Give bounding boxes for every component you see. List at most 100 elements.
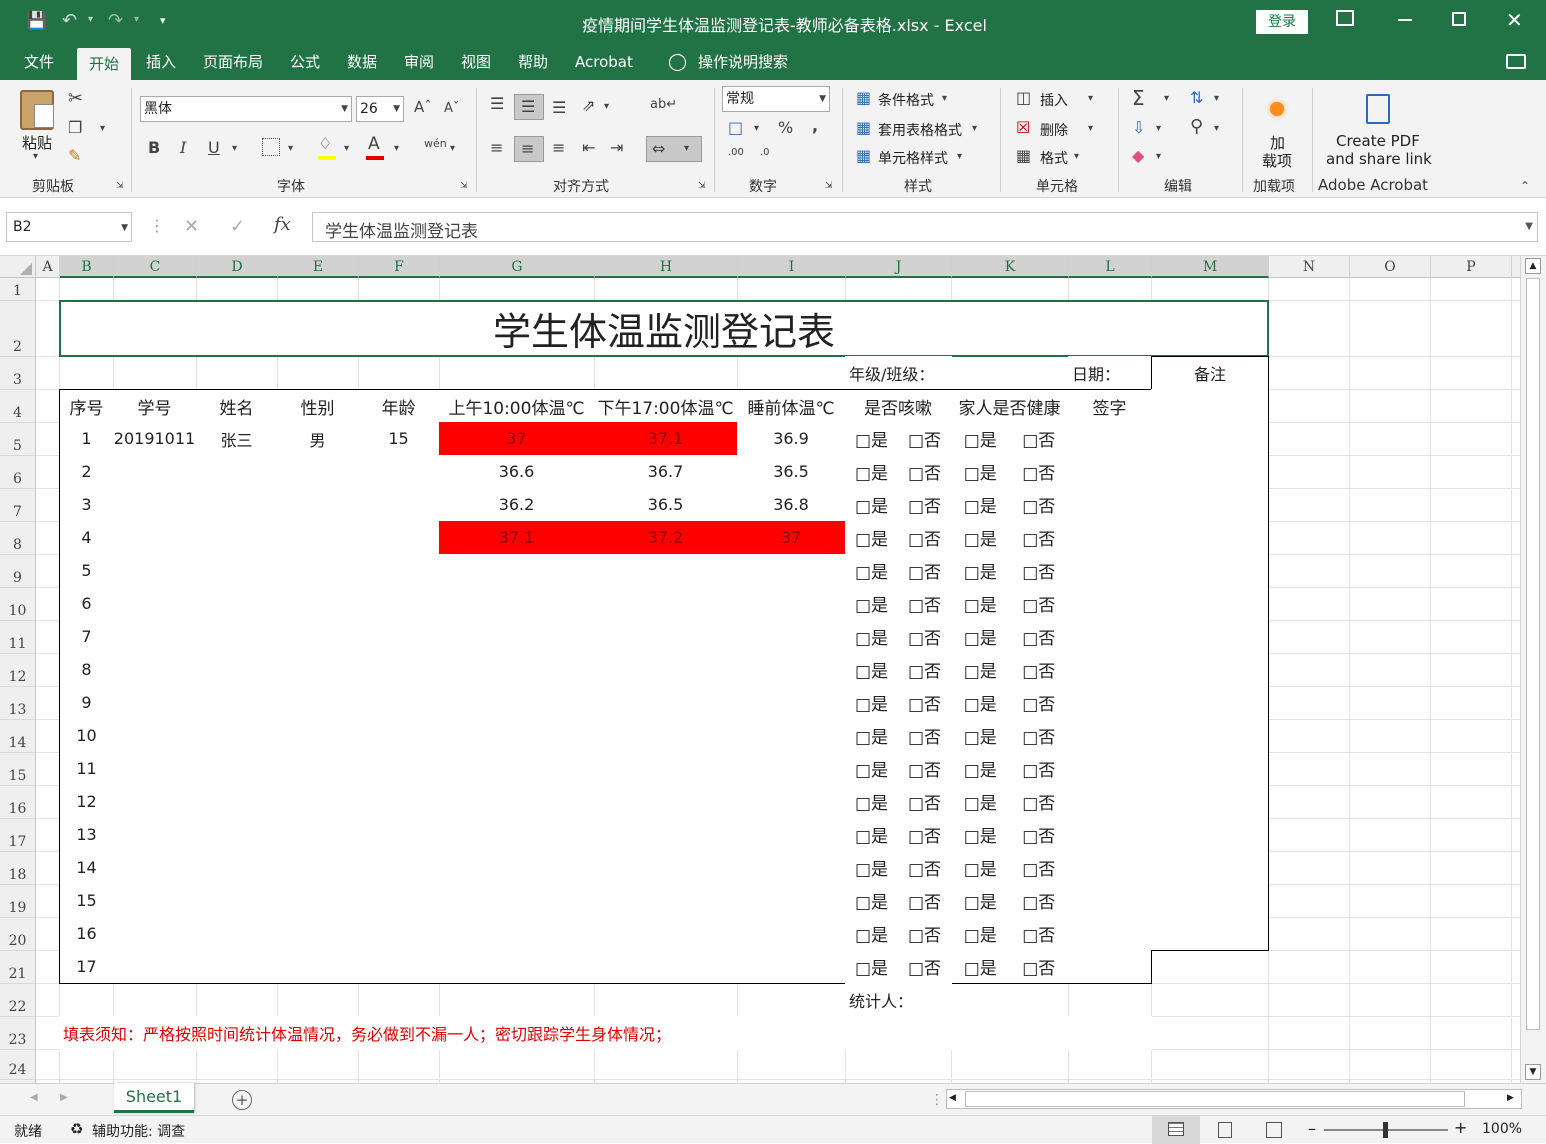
prev-sheet-icon[interactable]: ◀ — [30, 1092, 38, 1103]
autosum-dropdown-icon[interactable]: ▾ — [1164, 94, 1169, 104]
serial-cell[interactable]: 15 — [59, 884, 114, 918]
student-id-cell[interactable] — [113, 554, 197, 588]
checkbox-no[interactable]: □否 — [1022, 690, 1055, 715]
pm-temp-cell[interactable] — [594, 785, 738, 819]
night-temp-cell[interactable] — [737, 752, 846, 786]
gender-cell[interactable] — [277, 785, 359, 819]
remark-cell[interactable] — [1151, 653, 1269, 687]
student-id-cell[interactable] — [113, 653, 197, 687]
cell-styles-dropdown-icon[interactable]: ▾ — [957, 152, 962, 162]
family-health-check-cell[interactable]: □是 □否 — [951, 422, 1069, 456]
am-temp-cell[interactable] — [439, 884, 595, 918]
gender-cell[interactable] — [277, 884, 359, 918]
column-header-J[interactable]: J — [846, 256, 952, 278]
statistician-label[interactable]: 统计人： — [845, 983, 952, 1017]
name-cell[interactable] — [196, 653, 278, 687]
zoom-out-icon[interactable]: – — [1308, 1119, 1316, 1138]
horizontal-scrollbar[interactable]: ◀ ▶ — [946, 1089, 1522, 1109]
pm-temp-cell[interactable] — [594, 851, 738, 885]
checkbox-yes[interactable]: □是 — [855, 756, 888, 781]
pm-temp-cell[interactable] — [594, 554, 738, 588]
cancel-entry-icon[interactable]: ✕ — [184, 218, 199, 236]
paste-button[interactable]: 粘贴 — [22, 132, 52, 153]
gender-cell[interactable] — [277, 851, 359, 885]
checkbox-no[interactable]: □否 — [1022, 459, 1055, 484]
am-temp-cell[interactable] — [439, 719, 595, 753]
student-id-cell[interactable] — [113, 884, 197, 918]
age-cell[interactable] — [358, 719, 440, 753]
sheet-title-cell[interactable]: 学生体温监测登记表 — [59, 300, 1269, 357]
pm-temp-cell[interactable] — [594, 587, 738, 621]
night-temp-cell[interactable] — [737, 884, 846, 918]
family-health-check-cell[interactable]: □是 □否 — [951, 488, 1069, 522]
font-launcher-icon[interactable]: ⇲ — [460, 182, 468, 191]
cough-check-cell[interactable]: □是 □否 — [845, 851, 952, 885]
decrease-decimal-button[interactable]: .0 — [760, 148, 770, 158]
family-health-check-cell[interactable]: □是 □否 — [951, 686, 1069, 720]
am-temp-cell[interactable] — [439, 917, 595, 951]
next-sheet-icon[interactable]: ▶ — [60, 1092, 68, 1103]
select-all-button[interactable] — [0, 256, 36, 278]
remark-cell[interactable] — [1151, 719, 1269, 753]
row-header-23[interactable]: 23 — [0, 1017, 35, 1050]
row-header-7[interactable]: 7 — [0, 489, 35, 522]
checkbox-yes[interactable]: □是 — [855, 657, 888, 682]
signature-cell[interactable] — [1068, 422, 1152, 456]
age-cell[interactable] — [358, 587, 440, 621]
header-cell[interactable]: 年龄 — [358, 389, 440, 423]
age-cell[interactable] — [358, 851, 440, 885]
serial-cell[interactable]: 16 — [59, 917, 114, 951]
checkbox-yes[interactable]: □是 — [855, 492, 888, 517]
clipboard-launcher-icon[interactable]: ⇲ — [116, 182, 124, 191]
phonetic-icon[interactable]: wén — [424, 138, 447, 149]
column-header-A[interactable]: A — [36, 256, 60, 278]
sort-filter-icon[interactable]: ⇅ — [1190, 90, 1203, 106]
name-cell[interactable] — [196, 851, 278, 885]
family-health-check-cell[interactable]: □是 □否 — [951, 620, 1069, 654]
gender-cell[interactable] — [277, 620, 359, 654]
family-health-check-cell[interactable]: □是 □否 — [951, 884, 1069, 918]
create-pdf-button-line2[interactable]: and share link — [1326, 150, 1432, 168]
serial-cell[interactable]: 13 — [59, 818, 114, 852]
serial-cell[interactable]: 10 — [59, 719, 114, 753]
wrap-text-icon[interactable]: ab↵ — [650, 98, 677, 111]
checkbox-yes[interactable]: □是 — [855, 789, 888, 814]
student-id-cell[interactable] — [113, 950, 197, 984]
format-dropdown-icon[interactable]: ▾ — [1074, 152, 1079, 162]
family-health-check-cell[interactable]: □是 □否 — [951, 554, 1069, 588]
signature-cell[interactable] — [1068, 620, 1152, 654]
align-right-icon[interactable]: ≡ — [552, 140, 565, 156]
age-cell[interactable]: 15 — [358, 422, 440, 456]
family-health-check-cell[interactable]: □是 □否 — [951, 818, 1069, 852]
column-header-D[interactable]: D — [197, 256, 278, 278]
student-id-cell[interactable] — [113, 719, 197, 753]
checkbox-no[interactable]: □否 — [1022, 492, 1055, 517]
family-health-check-cell[interactable]: □是 □否 — [951, 950, 1069, 984]
redo-icon[interactable]: ↷ — [108, 10, 123, 31]
remark-cell[interactable] — [1151, 785, 1269, 819]
header-cell[interactable]: 下午17:00体温℃ — [594, 389, 738, 423]
scroll-down-icon[interactable]: ▼ — [1525, 1064, 1541, 1080]
serial-cell[interactable]: 5 — [59, 554, 114, 588]
remark-cell[interactable] — [1151, 422, 1269, 456]
remark-cell[interactable] — [1151, 620, 1269, 654]
accounting-format-icon[interactable]: □ — [728, 120, 743, 136]
tab-review[interactable]: 审阅 — [404, 44, 434, 80]
paste-dropdown-icon[interactable]: ▾ — [33, 152, 38, 162]
checkbox-no[interactable]: □否 — [908, 690, 941, 715]
checkbox-no[interactable]: □否 — [1022, 756, 1055, 781]
comments-icon[interactable] — [1506, 54, 1526, 69]
column-header-C[interactable]: C — [114, 256, 197, 278]
header-cell[interactable]: 是否咳嗽 — [845, 389, 952, 423]
remark-cell[interactable] — [1151, 851, 1269, 885]
am-temp-cell[interactable]: 36.6 — [439, 455, 595, 489]
delete-dropdown-icon[interactable]: ▾ — [1088, 124, 1093, 134]
checkbox-yes[interactable]: □是 — [855, 690, 888, 715]
checkbox-yes[interactable]: □是 — [964, 690, 997, 715]
ribbon-display-options-icon[interactable] — [1336, 10, 1354, 26]
name-cell[interactable]: 张三 — [196, 422, 278, 456]
redo-dropdown-icon[interactable]: ▾ — [134, 14, 139, 25]
checkbox-no[interactable]: □否 — [1022, 657, 1055, 682]
underline-button[interactable]: U — [208, 140, 220, 156]
close-icon[interactable]: ✕ — [1506, 8, 1523, 32]
